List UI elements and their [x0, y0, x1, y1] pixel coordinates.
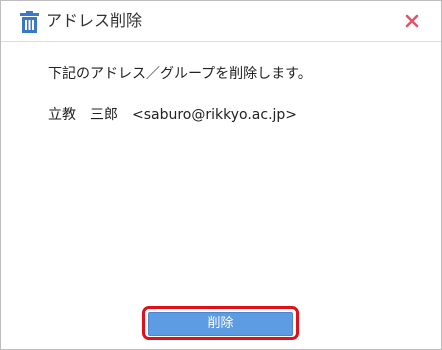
delete-address-dialog: アドレス削除 下記のアドレス／グループを削除します。 立教 三郎 <saburo@…: [0, 0, 442, 350]
delete-button[interactable]: 削除: [148, 312, 293, 336]
recipient-entry: 立教 三郎 <saburo@rikkyo.ac.jp>: [48, 105, 297, 125]
dialog-header: アドレス削除: [1, 1, 441, 42]
trash-icon: [20, 11, 39, 33]
confirmation-message: 下記のアドレス／グループを削除します。: [48, 66, 312, 82]
dialog-title: アドレス削除: [46, 11, 143, 30]
recipient-name: 立教 三郎: [48, 107, 118, 123]
close-icon[interactable]: [405, 14, 419, 28]
recipient-email: <saburo@rikkyo.ac.jp>: [132, 107, 298, 123]
